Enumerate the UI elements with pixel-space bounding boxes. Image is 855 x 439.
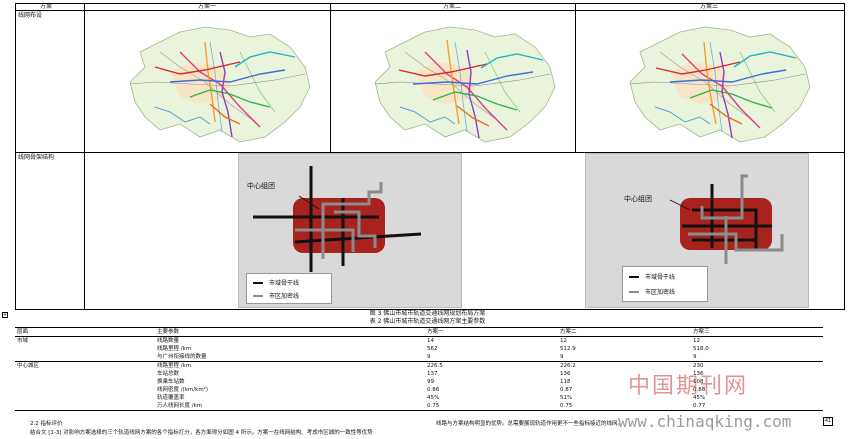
param-cell: 万人线网长度 /km xyxy=(157,403,203,409)
header-plan: 方案 xyxy=(40,3,53,10)
param-cell: 车站总数 xyxy=(157,371,180,377)
group-label-center: 中心城区 xyxy=(17,363,40,369)
group-label-city: 市域 xyxy=(17,338,29,344)
table-caption: 表 2 佛山市城市轨道交通线网方案主要参数 xyxy=(369,318,486,325)
value-cell: 12 xyxy=(560,338,567,344)
param-cell: 线路里程 /km xyxy=(157,346,192,352)
network-map-plan-2 xyxy=(374,26,556,143)
trunk-legend-label: 市域骨干线 xyxy=(645,274,676,281)
network-map-plan-1 xyxy=(129,26,311,143)
page-number: 41 xyxy=(823,417,833,426)
center-group-label-2: 中心组团 xyxy=(624,195,652,203)
value-cell: 9 xyxy=(560,354,564,360)
trunk-legend-swatch xyxy=(253,282,263,284)
value-cell: 562 xyxy=(427,346,438,352)
value-cell: 45% xyxy=(427,395,440,401)
param-cell: 轨道覆盖率 xyxy=(157,395,185,401)
legend-2: 市域骨干线 市区加密线 xyxy=(622,266,708,302)
watermark-url: www.chinaqking.com xyxy=(618,412,792,431)
value-cell: 0.86 xyxy=(427,387,440,393)
value-cell: 0.75 xyxy=(560,403,573,409)
skeleton-diagram-1: 中心组团 市域骨干线 市区加密线 xyxy=(238,153,462,308)
body-text-left: 结合文 [1-3] 对影响方案选择的三个轨道线网方案的各个指标打分，各方面得分如… xyxy=(30,430,373,436)
value-cell: 137 xyxy=(427,371,438,377)
value-cell: 512.9 xyxy=(560,346,576,352)
feeder-legend-swatch xyxy=(629,291,639,293)
value-cell: 99 xyxy=(427,379,434,385)
th-level: 层面 xyxy=(17,329,29,335)
value-cell: 9 xyxy=(427,354,431,360)
value-cell: 12 xyxy=(693,338,700,344)
col-divider-3 xyxy=(575,3,576,153)
th-plan-3: 方案三 xyxy=(693,329,710,335)
param-cell: 线路数量 xyxy=(157,338,180,344)
param-cell: 线路里程 /km xyxy=(157,363,192,369)
center-group-label-1: 中心组团 xyxy=(247,182,275,190)
figure-caption: 图 3 佛山市城市轨道交通线网规划布局方案 xyxy=(369,310,486,317)
param-cell: 与广州衔接线的数量 xyxy=(157,354,207,360)
th-param: 主要参数 xyxy=(157,329,180,335)
table-row: 市域 线路数量 14 12 12 xyxy=(15,337,823,346)
trunk-legend-label: 市域骨干线 xyxy=(269,280,300,287)
value-cell: 518.0 xyxy=(693,346,709,352)
header-plan-3: 方案三 xyxy=(700,3,719,10)
value-cell: 0.77 xyxy=(693,403,706,409)
feeder-legend-label: 市区加密线 xyxy=(269,293,300,300)
trunk-legend-swatch xyxy=(629,276,639,278)
value-cell: 226.5 xyxy=(427,363,443,369)
skeleton-diagram-2: 中心组团 市域骨干线 市区加密线 xyxy=(585,153,809,308)
feeder-legend-label: 市区加密线 xyxy=(645,289,676,296)
header-row-divider xyxy=(15,10,845,11)
section-heading: 2.2 指标评价 xyxy=(30,421,63,427)
legend-1: 市域骨干线 市区加密线 xyxy=(246,273,332,304)
header-plan-1: 方案一 xyxy=(198,3,217,10)
col-divider-2 xyxy=(330,3,331,153)
th-plan-2: 方案二 xyxy=(560,329,577,335)
value-cell: 14 xyxy=(427,338,434,344)
header-plan-2: 方案二 xyxy=(443,3,462,10)
value-cell: 9 xyxy=(693,354,697,360)
row-label-network: 线网布设 xyxy=(18,12,43,19)
row-label-skeleton: 线网骨架结构 xyxy=(18,154,55,161)
param-cell: 换乘车站数 xyxy=(157,379,185,385)
value-cell: 0.75 xyxy=(427,403,440,409)
watermark-cn: 中国期刊网 xyxy=(628,374,749,399)
col-divider-1 xyxy=(84,3,85,310)
network-map-plan-3 xyxy=(629,26,811,143)
param-cell: 线网密度 /(km/km²) xyxy=(157,387,209,393)
feeder-legend-swatch xyxy=(253,295,263,297)
th-plan-1: 方案一 xyxy=(427,329,444,335)
